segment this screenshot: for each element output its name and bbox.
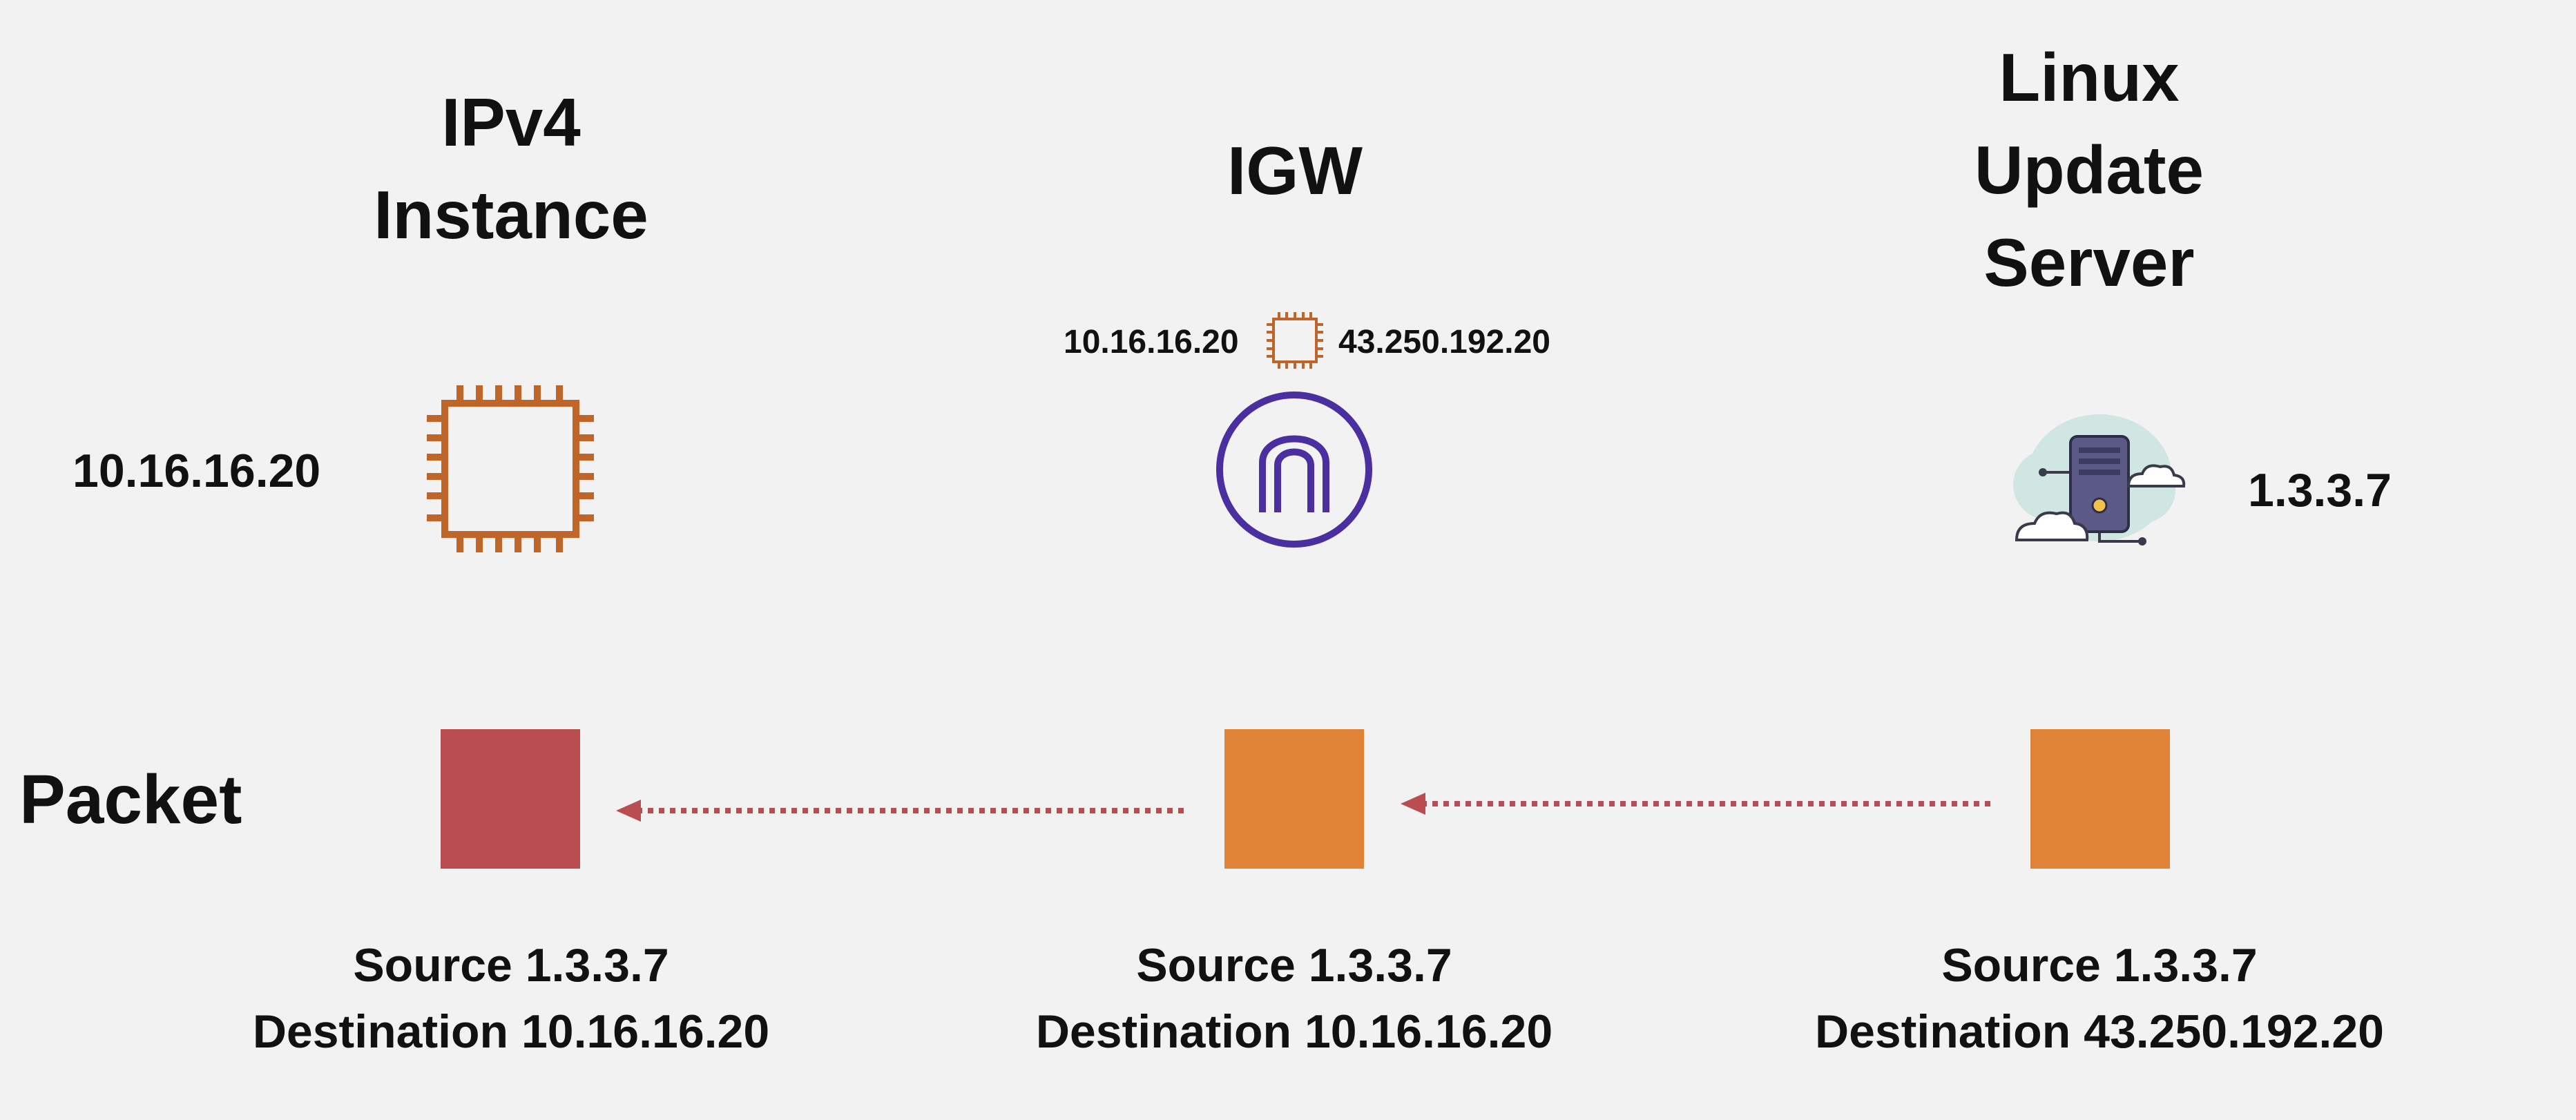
packet-row-label: Packet <box>19 761 242 838</box>
packet-source: Source 1.3.3.7 <box>1941 939 2258 992</box>
chip-icon <box>1265 311 1325 370</box>
heading-ipv4-instance: IPv4 Instance <box>269 76 753 261</box>
packet-destination: Destination 10.16.16.20 <box>1035 1005 1553 1058</box>
heading-line: Linux <box>1999 39 2180 115</box>
packet-source: Source 1.3.3.7 <box>1136 939 1452 992</box>
packet-at-instance <box>441 729 580 869</box>
packet-caption-instance: Source 1.3.3.7 Destination 10.16.16.20 <box>166 932 856 1065</box>
arrow-server-to-igw <box>1401 790 1993 818</box>
heading-line: IPv4 <box>441 84 581 160</box>
diagram-canvas: IPv4 Instance IGW Linux Update Server 10… <box>0 0 2576 1120</box>
heading-line: Instance <box>374 177 648 253</box>
packet-destination: Destination 43.250.192.20 <box>1814 1005 2384 1058</box>
cloud-server-icon <box>2003 409 2186 562</box>
heading-igw: IGW <box>1053 124 1537 217</box>
heading-line: Update <box>1974 132 2204 208</box>
internet-gateway-icon <box>1214 389 1374 550</box>
packet-source: Source 1.3.3.7 <box>353 939 669 992</box>
packet-destination: Destination 10.16.16.20 <box>252 1005 770 1058</box>
instance-ip-label: 10.16.16.20 <box>73 445 321 497</box>
packet-at-server <box>2030 729 2170 869</box>
packet-caption-igw: Source 1.3.3.7 Destination 10.16.16.20 <box>949 932 1640 1065</box>
igw-mapping-public-ip: 43.250.192.20 <box>1338 324 1550 360</box>
heading-line: Server <box>1983 224 2195 300</box>
packet-caption-server: Source 1.3.3.7 Destination 43.250.192.20 <box>1754 932 2445 1065</box>
server-ip-label: 1.3.3.7 <box>2248 464 2392 516</box>
heading-linux-update-server: Linux Update Server <box>1847 31 2331 309</box>
chip-icon <box>423 381 598 557</box>
heading-line: IGW <box>1227 133 1363 209</box>
arrow-igw-to-instance <box>616 797 1186 824</box>
packet-at-igw <box>1224 729 1364 869</box>
igw-mapping-private-ip: 10.16.16.20 <box>1064 324 1239 360</box>
